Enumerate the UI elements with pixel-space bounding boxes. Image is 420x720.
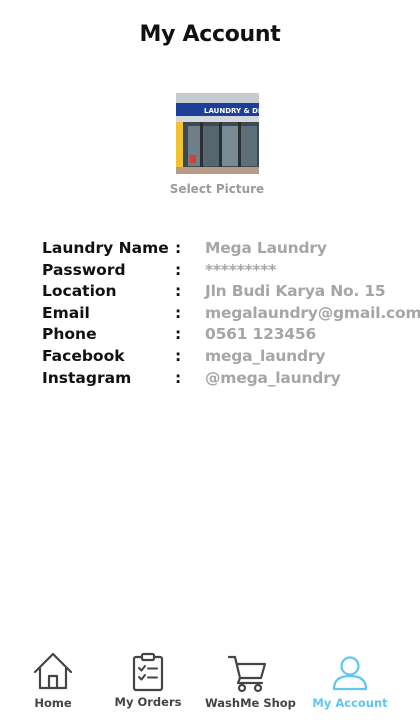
detail-row-laundry-name: Laundry Name : Mega Laundry bbox=[42, 238, 412, 260]
detail-label: Instagram bbox=[42, 368, 132, 387]
detail-value: @mega_laundry bbox=[205, 368, 341, 387]
detail-value: Mega Laundry bbox=[205, 239, 327, 257]
detail-separator: : bbox=[175, 368, 182, 387]
detail-separator: : bbox=[175, 325, 182, 344]
bottom-navigation: Home My Orders WashMe Shop My Account bbox=[0, 640, 420, 720]
detail-row-phone: Phone : 0561 123456 bbox=[42, 324, 412, 346]
detail-separator: : bbox=[175, 346, 182, 365]
detail-row-location: Location : Jln Budi Karya No. 15 bbox=[42, 281, 412, 303]
clipboard-checklist-icon bbox=[132, 652, 164, 692]
profile-picture[interactable]: LAUNDRY & DRY CLEA bbox=[176, 93, 259, 174]
detail-row-instagram: Instagram : @mega_laundry bbox=[42, 368, 412, 390]
detail-value: 0561 123456 bbox=[205, 325, 317, 344]
page-title: My Account bbox=[139, 22, 281, 47]
detail-row-password: Password : ********* bbox=[42, 260, 412, 282]
nav-item-washme-shop[interactable]: WashMe Shop bbox=[205, 640, 296, 720]
home-icon bbox=[33, 652, 73, 690]
nav-label-home: Home bbox=[34, 696, 72, 710]
detail-label: Phone bbox=[42, 325, 97, 344]
detail-value: Jln Budi Karya No. 15 bbox=[205, 282, 386, 301]
detail-row-email: Email : megalaundry@gmail.com bbox=[42, 303, 420, 325]
shopping-cart-icon bbox=[227, 655, 267, 693]
nav-item-my-account[interactable]: My Account bbox=[312, 640, 388, 720]
detail-label: Email bbox=[42, 303, 90, 322]
detail-value: megalaundry@gmail.com bbox=[205, 303, 420, 322]
detail-separator: : bbox=[175, 303, 182, 322]
nav-label-my-orders: My Orders bbox=[114, 695, 182, 709]
my-account-screen: My Account LAUNDRY & DRY CLEA Select Pic… bbox=[0, 0, 420, 720]
nav-label-washme-shop: WashMe Shop bbox=[205, 696, 296, 710]
detail-label: Laundry Name bbox=[42, 239, 169, 257]
detail-value: ********* bbox=[205, 260, 277, 279]
detail-label: Facebook bbox=[42, 346, 125, 365]
detail-label: Location bbox=[42, 282, 117, 301]
detail-separator: : bbox=[175, 239, 182, 257]
user-icon bbox=[332, 656, 368, 691]
detail-row-facebook: Facebook : mega_laundry bbox=[42, 346, 412, 368]
detail-separator: : bbox=[175, 260, 182, 279]
account-details: Laundry Name : Mega Laundry Password : *… bbox=[42, 238, 420, 390]
detail-separator: : bbox=[175, 282, 182, 301]
detail-value: mega_laundry bbox=[205, 346, 326, 365]
nav-item-home[interactable]: Home bbox=[20, 640, 86, 720]
store-sign-text: LAUNDRY & DRY CLEA bbox=[204, 107, 259, 115]
select-picture-link[interactable]: Select Picture bbox=[0, 182, 420, 196]
nav-item-my-orders[interactable]: My Orders bbox=[113, 640, 183, 720]
nav-label-my-account: My Account bbox=[312, 696, 388, 710]
detail-label: Password bbox=[42, 260, 126, 279]
